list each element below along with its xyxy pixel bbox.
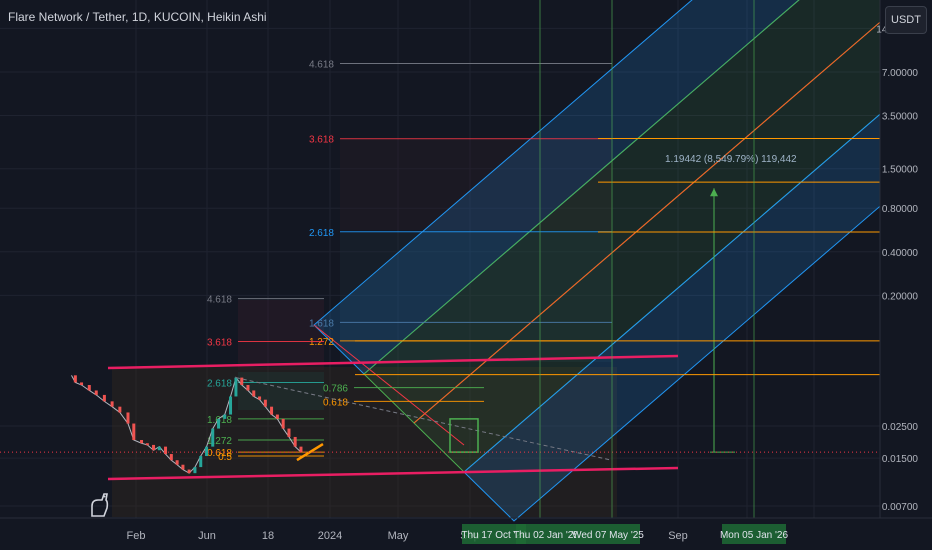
price-bar [175, 460, 179, 465]
price-bar [263, 399, 267, 407]
price-bar [87, 385, 91, 391]
price-bar [152, 444, 156, 451]
price-tick-label: 0.02500 [882, 422, 919, 433]
price-bar [240, 377, 244, 386]
price-bar [193, 467, 197, 474]
date-marker-label: Mon 05 Jan '26 [720, 530, 789, 541]
price-bar [275, 414, 279, 419]
price-bar [102, 394, 106, 402]
price-bar [217, 418, 221, 429]
price-tick-label: 7.00000 [882, 68, 919, 79]
price-bar [169, 454, 173, 461]
tradingview-logo-icon [91, 493, 109, 517]
fib-level-label: 1.272 [309, 337, 334, 348]
price-tick-label: 0.40000 [882, 248, 919, 259]
measurement-label: 1.19442 (8,549.79%) 119,442 [665, 154, 797, 165]
price-tick-label: 1.50000 [882, 165, 919, 176]
time-tick-label: Jun [198, 530, 216, 542]
fib-level-label: 1.618 [309, 318, 334, 329]
price-bar [234, 377, 238, 397]
date-marker-label: Thu 02 Jan '25 [513, 530, 579, 541]
price-bar [73, 375, 77, 383]
shaded-zone [238, 300, 324, 370]
time-tick-label: Feb [127, 530, 146, 542]
currency-button[interactable]: USDT [885, 6, 927, 34]
price-bar [252, 390, 256, 397]
fib-level-label: 1.272 [207, 436, 232, 447]
fib-level-label: 2.618 [207, 378, 232, 389]
price-bar [80, 382, 84, 386]
fib-level-label: 2.618 [309, 228, 334, 239]
price-bar [126, 412, 130, 424]
price-bar [118, 406, 122, 413]
fib-level-label: 3.618 [207, 337, 232, 348]
date-marker-label: Wed 07 May '25 [572, 530, 644, 541]
price-tick-label: 0.01500 [882, 454, 919, 465]
time-tick-label: Sep [668, 530, 688, 542]
price-bar [211, 428, 215, 447]
price-axis[interactable]: 14.000007.000003.500001.500000.800000.40… [876, 0, 932, 550]
symbol-title: Flare Network / Tether, 1D, KUCOIN, Heik… [8, 10, 267, 24]
price-axis-bg [880, 0, 932, 550]
price-bar [187, 469, 191, 474]
time-tick-label: 2024 [318, 530, 342, 542]
price-bar [258, 396, 262, 400]
price-tick-label: 3.50000 [882, 112, 919, 123]
price-bar [293, 436, 297, 447]
time-tick-label: May [388, 530, 409, 542]
price-bar [299, 446, 303, 453]
price-bar [164, 446, 168, 455]
price-bar [181, 464, 185, 470]
fib-level-label: 0.786 [323, 384, 348, 395]
fib-level-label: 4.618 [309, 60, 334, 71]
price-bar [94, 390, 98, 395]
price-bar [281, 418, 285, 429]
price-bar [205, 446, 209, 457]
fib-level-label: 4.618 [207, 295, 232, 306]
price-bar [223, 414, 227, 419]
price-bar [110, 401, 114, 407]
fib-level-label: 0.5 [218, 452, 232, 463]
price-bar [140, 440, 144, 444]
price-bar [199, 456, 203, 468]
time-tick-label: 18 [262, 530, 274, 542]
price-bar [246, 385, 250, 391]
price-bar [229, 396, 233, 415]
fib-level-label: 0.618 [323, 397, 348, 408]
price-bar [145, 443, 149, 446]
shaded-zone [238, 372, 324, 410]
price-tick-label: 0.20000 [882, 291, 919, 302]
price-tick-label: 0.80000 [882, 204, 919, 215]
price-bar [157, 446, 161, 451]
price-bar [287, 428, 291, 437]
fib-level-label: 3.618 [309, 135, 334, 146]
price-bar [132, 423, 136, 441]
price-chart[interactable]: 4.618 3.618 2.618 1.618 1.272 4.618 3.618 2.618… [0, 0, 932, 550]
price-bar [270, 406, 274, 415]
price-tick-label: 0.00700 [882, 502, 919, 513]
